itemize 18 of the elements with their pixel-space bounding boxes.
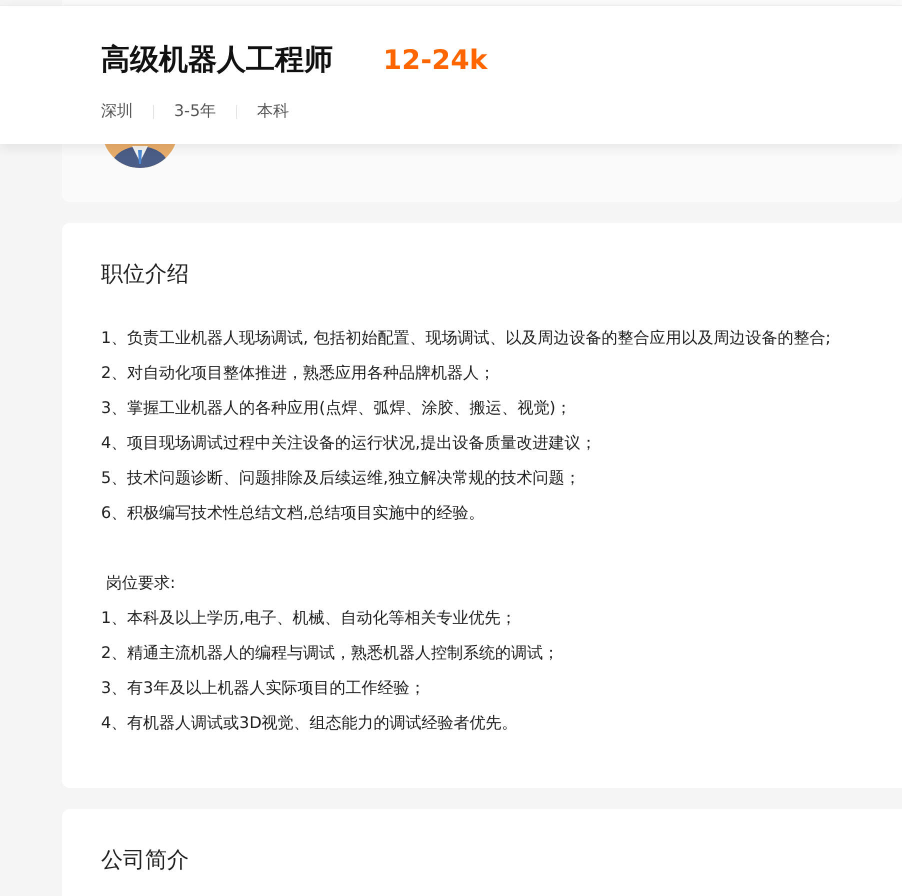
- section-title: 职位介绍: [101, 261, 190, 289]
- list-item: 1、负责工业机器人现场调试, 包括初始配置、现场调试、以及周边设备的整合应用以及周边设备的整合;: [101, 327, 832, 349]
- list-item: 2、精通主流机器人的编程与调试，熟悉机器人控制系统的调试；: [101, 642, 560, 664]
- list-item: 6、积极编写技术性总结文档,总结项目实施中的经验。: [101, 502, 486, 524]
- list-item: 3、有3年及以上机器人实际项目的工作经验；: [101, 677, 426, 699]
- job-tag: 3-5年: [174, 101, 216, 122]
- list-item: 4、有机器人调试或3D视觉、组态能力的调试经验者优先。: [101, 712, 519, 734]
- salary: 12-24k: [383, 44, 488, 76]
- subheading: 岗位要求:: [105, 572, 176, 594]
- list-item: 3、掌握工业机器人的各种应用(点焊、弧焊、涂胶、搬运、视觉)；: [101, 397, 573, 419]
- list-item: 5、技术问题诊断、问题排除及后续运维,独立解决常规的技术问题；: [101, 467, 582, 489]
- list-item: 4、项目现场调试过程中关注设备的运行状况,提出设备质量改进建议；: [101, 432, 598, 454]
- job-tag: 本科: [257, 101, 290, 122]
- list-item: 2、对自动化项目整体推进，熟悉应用各种品牌机器人；: [101, 362, 496, 384]
- job-title: 高级机器人工程师: [101, 41, 333, 78]
- section-title: 公司简介: [101, 847, 190, 875]
- job-tag: 深圳: [101, 101, 133, 122]
- list-item: 1、本科及以上学历,电子、机械、自动化等相关专业优先；: [101, 607, 518, 629]
